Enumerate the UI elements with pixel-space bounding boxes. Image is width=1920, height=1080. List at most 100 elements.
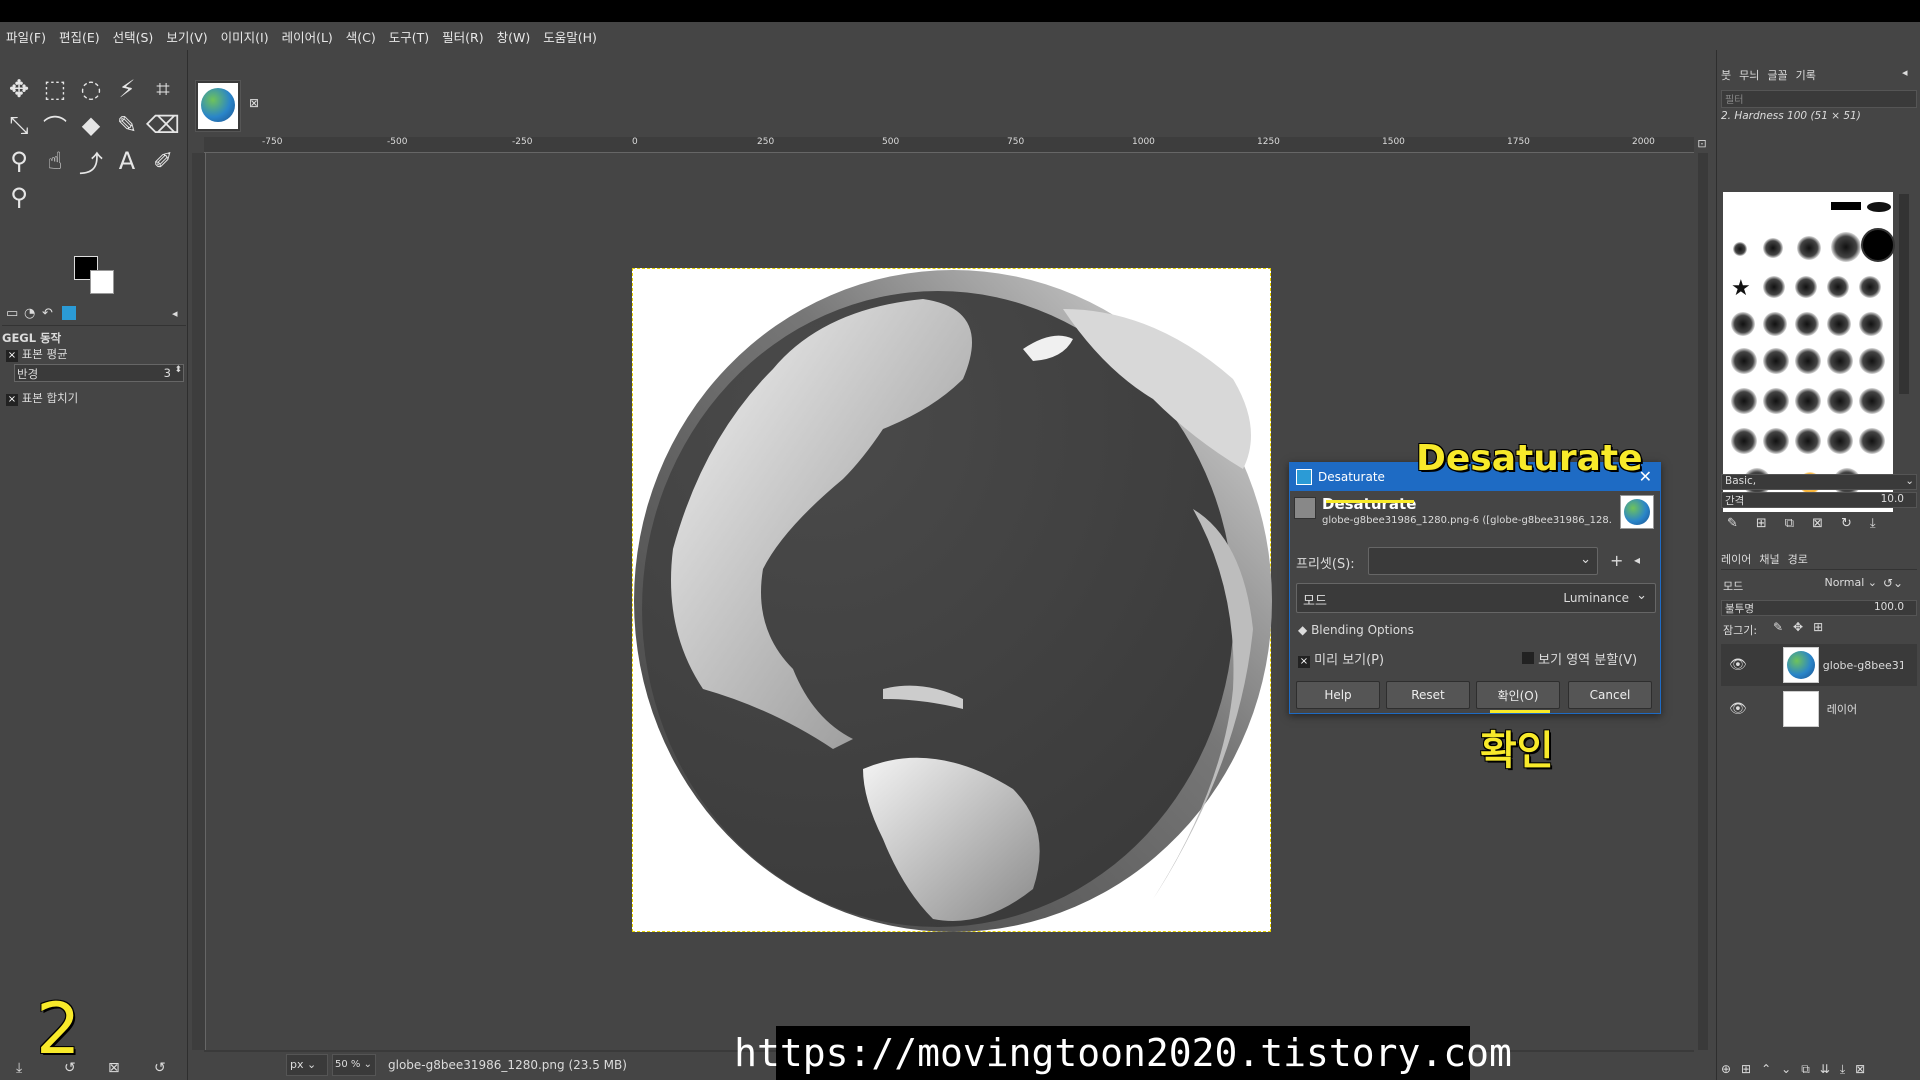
- layer-name[interactable]: globe-g8bee3198: [1823, 659, 1903, 672]
- brush-preset[interactable]: [1795, 388, 1821, 414]
- layer-row-globe[interactable]: 👁 globe-g8bee3198: [1721, 644, 1917, 686]
- brush-preset[interactable]: [1859, 276, 1881, 298]
- tab-paths[interactable]: 경로: [1788, 551, 1808, 567]
- preset-select[interactable]: ⌄: [1368, 547, 1598, 575]
- images-tab-icon[interactable]: [62, 306, 76, 320]
- image-canvas[interactable]: [632, 268, 1272, 932]
- menu-edit[interactable]: 편집(E): [59, 27, 100, 46]
- text-tool-icon[interactable]: A: [110, 144, 144, 178]
- image-tab[interactable]: [195, 80, 241, 132]
- brush-preset[interactable]: [1795, 312, 1819, 336]
- sample-average-toggle-icon[interactable]: ×: [6, 350, 18, 362]
- sample-merged-toggle-icon[interactable]: ×: [6, 394, 18, 406]
- fuzzy-select-tool-icon[interactable]: ⚡: [110, 72, 144, 106]
- eye-visibility-icon[interactable]: 👁: [1729, 701, 1747, 717]
- move-tool-icon[interactable]: ✥: [2, 72, 36, 106]
- menu-layer[interactable]: 레이어(L): [282, 27, 333, 46]
- transform-tool-icon[interactable]: ⤡: [2, 108, 36, 142]
- menu-tools[interactable]: 도구(T): [389, 27, 429, 46]
- background-color-swatch[interactable]: [90, 270, 114, 294]
- zoom-select[interactable]: 50 % ⌄: [332, 1054, 376, 1076]
- brush-preset[interactable]: [1763, 312, 1787, 336]
- mode-select[interactable]: 모드 Luminance ⌄: [1296, 583, 1656, 613]
- spinner-arrows-icon[interactable]: ⬍: [174, 365, 182, 375]
- brush-preset[interactable]: [1763, 238, 1783, 258]
- tab-brushes[interactable]: 붓: [1721, 67, 1731, 83]
- brush-preset[interactable]: [1831, 232, 1861, 262]
- eye-visibility-icon[interactable]: 👁: [1729, 657, 1747, 673]
- preset-menu-icon[interactable]: ◂: [1634, 553, 1640, 567]
- brush-preset[interactable]: [1795, 428, 1821, 454]
- menu-file[interactable]: 파일(F): [6, 27, 46, 46]
- menu-select[interactable]: 선택(S): [113, 27, 154, 46]
- lock-icons[interactable]: ✎✥⊞: [1773, 620, 1833, 634]
- tool-options-tab-icon[interactable]: ▭: [6, 306, 18, 321]
- brush-filter-input[interactable]: 필터: [1721, 90, 1917, 108]
- brush-preset[interactable]: [1827, 428, 1853, 454]
- layer-name[interactable]: 레이어: [1827, 701, 1857, 717]
- tab-history[interactable]: 기록: [1796, 67, 1816, 83]
- layer-actions-toolbar[interactable]: ⊕⊞⌃⌄⧉⇊⤓⊠: [1721, 1062, 1917, 1077]
- opacity-spinner[interactable]: 불투명 100.0: [1721, 600, 1917, 616]
- smudge-tool-icon[interactable]: ☝: [38, 144, 72, 178]
- dock-menu-icon[interactable]: ◂: [1902, 66, 1908, 79]
- save-options-icon[interactable]: ⤓: [16, 1060, 22, 1076]
- brush-grid[interactable]: ★: [1723, 192, 1895, 512]
- brush-preset[interactable]: [1795, 348, 1821, 374]
- radius-spinner[interactable]: 반경 3 ⬍: [14, 364, 184, 382]
- split-view-checkbox[interactable]: 보기 영역 분할(V): [1522, 649, 1637, 668]
- menu-windows[interactable]: 창(W): [497, 27, 531, 46]
- brush-preset[interactable]: [1763, 388, 1789, 414]
- brush-actions-toolbar[interactable]: ✎⊞⧉⊠↻⤓: [1727, 516, 1894, 531]
- close-tab-icon[interactable]: ⊠: [249, 96, 259, 110]
- reset-button[interactable]: Reset: [1386, 681, 1470, 709]
- brush-preset[interactable]: [1859, 428, 1885, 454]
- clone-tool-icon[interactable]: ⚲: [2, 144, 36, 178]
- brush-preset[interactable]: [1827, 276, 1849, 298]
- layer-row-background[interactable]: 👁 레이어: [1721, 688, 1917, 730]
- brush-preset[interactable]: [1763, 276, 1785, 298]
- brush-preset[interactable]: [1795, 276, 1817, 298]
- brush-preset[interactable]: [1827, 312, 1851, 336]
- brush-preset[interactable]: [1859, 388, 1885, 414]
- sample-average-row[interactable]: × 표본 평균: [6, 346, 190, 362]
- brush-preset[interactable]: [1731, 312, 1755, 336]
- brush-preset[interactable]: [1827, 348, 1853, 374]
- brush-preset[interactable]: [1867, 202, 1891, 212]
- brush-preset[interactable]: [1859, 312, 1883, 336]
- tab-layers[interactable]: 레이어: [1721, 551, 1751, 567]
- preview-checkbox[interactable]: × 미리 보기(P): [1298, 649, 1384, 668]
- warp-tool-icon[interactable]: ⌒: [38, 108, 72, 142]
- tab-channels[interactable]: 채널: [1759, 551, 1779, 567]
- brush-preset[interactable]: [1859, 348, 1885, 374]
- brush-preset[interactable]: [1731, 428, 1757, 454]
- reset-options-icon[interactable]: ↺: [154, 1060, 166, 1076]
- menu-image[interactable]: 이미지(I): [221, 27, 269, 46]
- brush-preset[interactable]: [1731, 348, 1757, 374]
- panel-menu-icon[interactable]: ◂: [172, 307, 178, 320]
- tab-fonts[interactable]: 글꼴: [1767, 67, 1787, 83]
- zoom-nav-icon[interactable]: ⊡: [1694, 137, 1710, 153]
- unit-select[interactable]: px ⌄: [286, 1054, 328, 1076]
- bucket-fill-tool-icon[interactable]: ◆: [74, 108, 108, 142]
- brush-preset[interactable]: [1763, 348, 1789, 374]
- layer-mode-select[interactable]: Normal ⌄: [1805, 576, 1877, 594]
- menu-help[interactable]: 도움말(H): [543, 27, 597, 46]
- menu-colors[interactable]: 색(C): [346, 27, 376, 46]
- add-preset-icon[interactable]: +: [1610, 551, 1623, 570]
- selected-brush[interactable]: [1861, 228, 1895, 262]
- paths-tool-icon[interactable]: ⤴: [74, 144, 108, 178]
- blending-options-expander[interactable]: ◆ Blending Options: [1298, 623, 1414, 637]
- brush-preset[interactable]: [1763, 428, 1789, 454]
- undo-history-tab-icon[interactable]: ↶: [42, 306, 53, 321]
- crop-tool-icon[interactable]: ⌗: [146, 72, 180, 106]
- eraser-tool-icon[interactable]: ⌫: [146, 108, 180, 142]
- color-picker-tool-icon[interactable]: ✐: [146, 144, 180, 178]
- tab-patterns[interactable]: 무늬: [1739, 67, 1759, 83]
- brush-tag-select[interactable]: Basic, ⌄: [1721, 474, 1917, 490]
- cancel-button[interactable]: Cancel: [1568, 681, 1652, 709]
- ok-button[interactable]: 확인(O): [1476, 681, 1560, 709]
- spacing-spinner[interactable]: 간격 10.0: [1721, 492, 1917, 508]
- brush-preset[interactable]: [1831, 202, 1861, 210]
- menu-view[interactable]: 보기(V): [166, 27, 207, 46]
